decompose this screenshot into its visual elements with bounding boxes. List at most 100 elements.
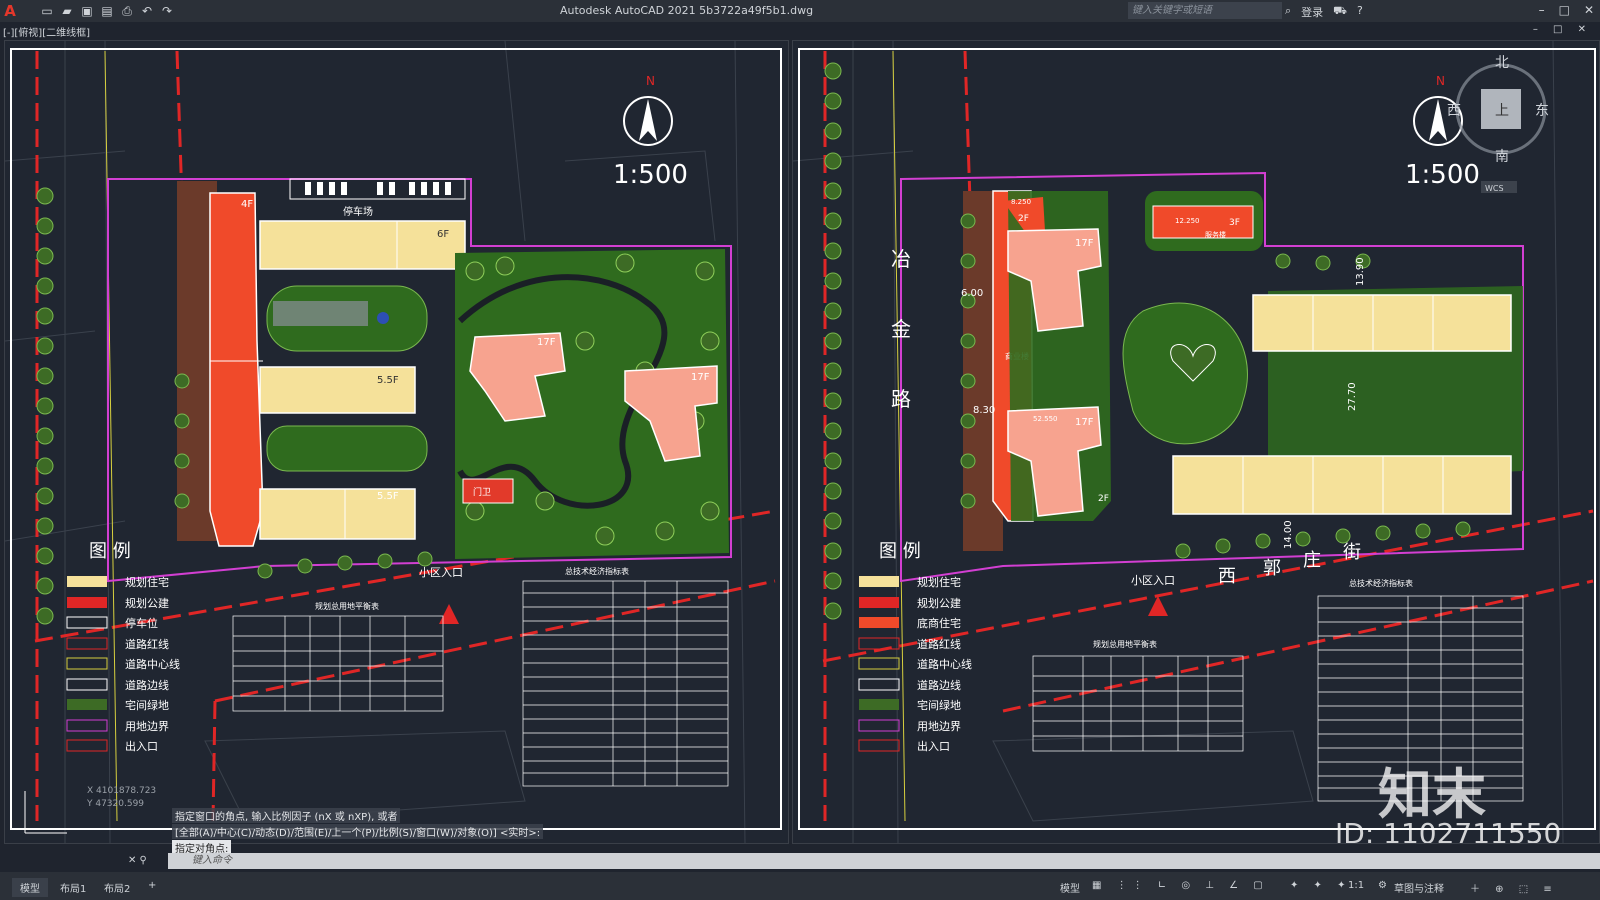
north-arrow-icon (623, 96, 673, 146)
floor-label: 5.5F (377, 375, 399, 386)
watermark-id: ID: 1102711550 (1335, 817, 1561, 843)
legend-label: 道路边线 (125, 678, 169, 692)
building-4f (209, 192, 264, 547)
window-title: Autodesk AutoCAD 2021 5b3722a49f5b1.dwg (560, 4, 814, 17)
entrance-marker-icon (439, 604, 459, 624)
workspace-switch[interactable]: 草图与注释 (1394, 880, 1444, 895)
add-layout-button[interactable]: + (140, 878, 164, 893)
coordinate-readout: Y 47320.599 (86, 799, 144, 809)
close-command-icon[interactable]: ✕ ⚲ (128, 853, 147, 869)
command-line[interactable]: ✕ ⚲ 键入命令 (128, 853, 1600, 869)
entrance-label: 小区入口 (1131, 574, 1175, 587)
legend-label: 规划住宅 (917, 575, 961, 589)
scale-label: 1:500 (1405, 160, 1480, 190)
view-label[interactable]: [-][俯视][二维线框] (0, 24, 90, 39)
land-use-table (232, 615, 444, 712)
viewcube-west[interactable]: 西 (1447, 103, 1461, 119)
help-icon[interactable]: ? (1357, 4, 1363, 20)
gate-label: 门卫 (473, 486, 491, 498)
login-button[interactable]: 登录 (1301, 4, 1323, 20)
model-space-button[interactable]: 模型 (1060, 880, 1080, 895)
floor-label: 17F (1075, 417, 1094, 428)
floor-label: 4F (241, 199, 253, 210)
service-label: 服务楼 (1205, 230, 1226, 239)
new-icon[interactable]: ▭ (40, 4, 54, 19)
search-input[interactable]: 键入关键字或短语 (1128, 2, 1282, 19)
right-viewport[interactable]: 冶 金 路 商业楼 8.250 2F 17F 17F 52.550 2F 12.… (792, 40, 1600, 850)
annotation-toggles[interactable]: ✦ ✦ ✦ (1290, 880, 1352, 891)
legend-label: 道路中心线 (125, 657, 180, 671)
floor-label: 2F (1098, 494, 1109, 504)
table-title: 规划总用地平衡表 (1093, 639, 1157, 649)
floor-label: 2F (1018, 214, 1029, 224)
legend-title: 图 例 (89, 541, 131, 562)
quick-access-toolbar: ▭ ▰ ▣ ▤ ⎙ ↶ ↷ (40, 4, 174, 19)
road-name: 街 (1343, 542, 1361, 563)
legend-label: 用地边界 (125, 720, 169, 733)
annotation-scale[interactable]: 1:1 (1348, 880, 1364, 891)
legend-label: 底商住宅 (917, 616, 961, 630)
viewcube-south[interactable]: 南 (1495, 149, 1509, 165)
gear-icon[interactable]: ⚙ (1378, 880, 1387, 891)
cart-icon[interactable]: ⛟ (1333, 4, 1347, 20)
legend-label: 宅间绿地 (125, 698, 169, 712)
viewcube-north[interactable]: 北 (1495, 55, 1509, 71)
table-title: 总技术经济指标表 (1349, 578, 1413, 588)
tree-row (36, 187, 54, 625)
road-name: 路 (891, 387, 911, 411)
wcs-menu[interactable]: WCS (1485, 184, 1504, 193)
minimize-button[interactable]: – (1539, 3, 1545, 17)
tab-layout2[interactable]: 布局2 (96, 878, 138, 897)
open-icon[interactable]: ▰ (60, 4, 74, 19)
elevation-label: 12.250 (1175, 217, 1200, 225)
autocad-logo[interactable]: A (0, 2, 20, 20)
north-label: N (646, 74, 655, 88)
legend-label: 规划住宅 (125, 575, 169, 589)
search-icon[interactable]: ⌕ (1285, 4, 1291, 20)
dimension-label: 6.00 (961, 288, 983, 299)
courtyard-garden (266, 425, 428, 472)
road-name: 冶 (891, 247, 911, 271)
command-history-line: 指定窗口的角点, 输入比例因子 (nX 或 nXP), 或者 (172, 808, 401, 823)
saveas-icon[interactable]: ▤ (100, 4, 114, 19)
road-name: 西 (1218, 566, 1236, 587)
legend-label: 出入口 (125, 739, 158, 753)
left-viewport[interactable]: 4F 停车场 6F 5.5F 5.5F 17F 17F 门卫 小区入口 N 1:… (4, 40, 789, 844)
legend-label: 用地边界 (917, 720, 961, 733)
command-history-line: [全部(A)/中心(C)/动态(D)/范围(E)/上一个(P)/比例(S)/窗口… (172, 824, 544, 839)
drafting-toggles[interactable]: ▦ ⋮⋮ ∟ ◎ ⊥ ∠ ▢ (1092, 880, 1269, 891)
undo-icon[interactable]: ↶ (140, 4, 154, 19)
dimension-label: 27.70 (1347, 382, 1358, 411)
legend-swatches (66, 576, 108, 752)
close-button[interactable]: ✕ (1584, 3, 1594, 17)
viewport-controls[interactable]: – □ ✕ (1533, 24, 1592, 35)
viewcube-face[interactable]: 上 (1495, 103, 1509, 119)
table-title: 规划总用地平衡表 (315, 601, 379, 611)
dimension-label: 13.90 (1355, 257, 1366, 286)
dimension-label: 14.00 (1283, 520, 1294, 549)
road-name: 郭 (1263, 558, 1281, 579)
viewcube-east[interactable]: 东 (1535, 103, 1549, 119)
floor-label: 17F (537, 337, 556, 348)
status-tray-icons[interactable]: ＋ ⊕ ⬚ ≡ (1470, 880, 1558, 895)
floor-label: 5.5F (377, 491, 399, 502)
parking-label: 停车场 (343, 205, 373, 218)
tab-layout1[interactable]: 布局1 (52, 878, 94, 897)
redo-icon[interactable]: ↷ (160, 4, 174, 19)
residential-slabs (259, 220, 466, 540)
legend-title: 图 例 (879, 541, 921, 562)
legend-label: 道路中心线 (917, 657, 972, 671)
tab-model[interactable]: 模型 (12, 878, 48, 897)
maximize-button[interactable]: □ (1559, 3, 1570, 17)
road-name: 庄 (1303, 550, 1321, 571)
save-icon[interactable]: ▣ (80, 4, 94, 19)
plot-icon[interactable]: ⎙ (120, 4, 134, 19)
floor-label: 17F (691, 372, 710, 383)
floor-label: 3F (1229, 218, 1240, 228)
command-input[interactable]: 键入命令 (168, 855, 232, 866)
coordinate-readout: X 4101878.723 (87, 786, 156, 796)
land-use-table (1032, 655, 1244, 752)
legend-label: 宅间绿地 (917, 698, 961, 712)
table-title: 总技术经济指标表 (565, 566, 629, 576)
legend-label: 规划公建 (125, 596, 169, 610)
